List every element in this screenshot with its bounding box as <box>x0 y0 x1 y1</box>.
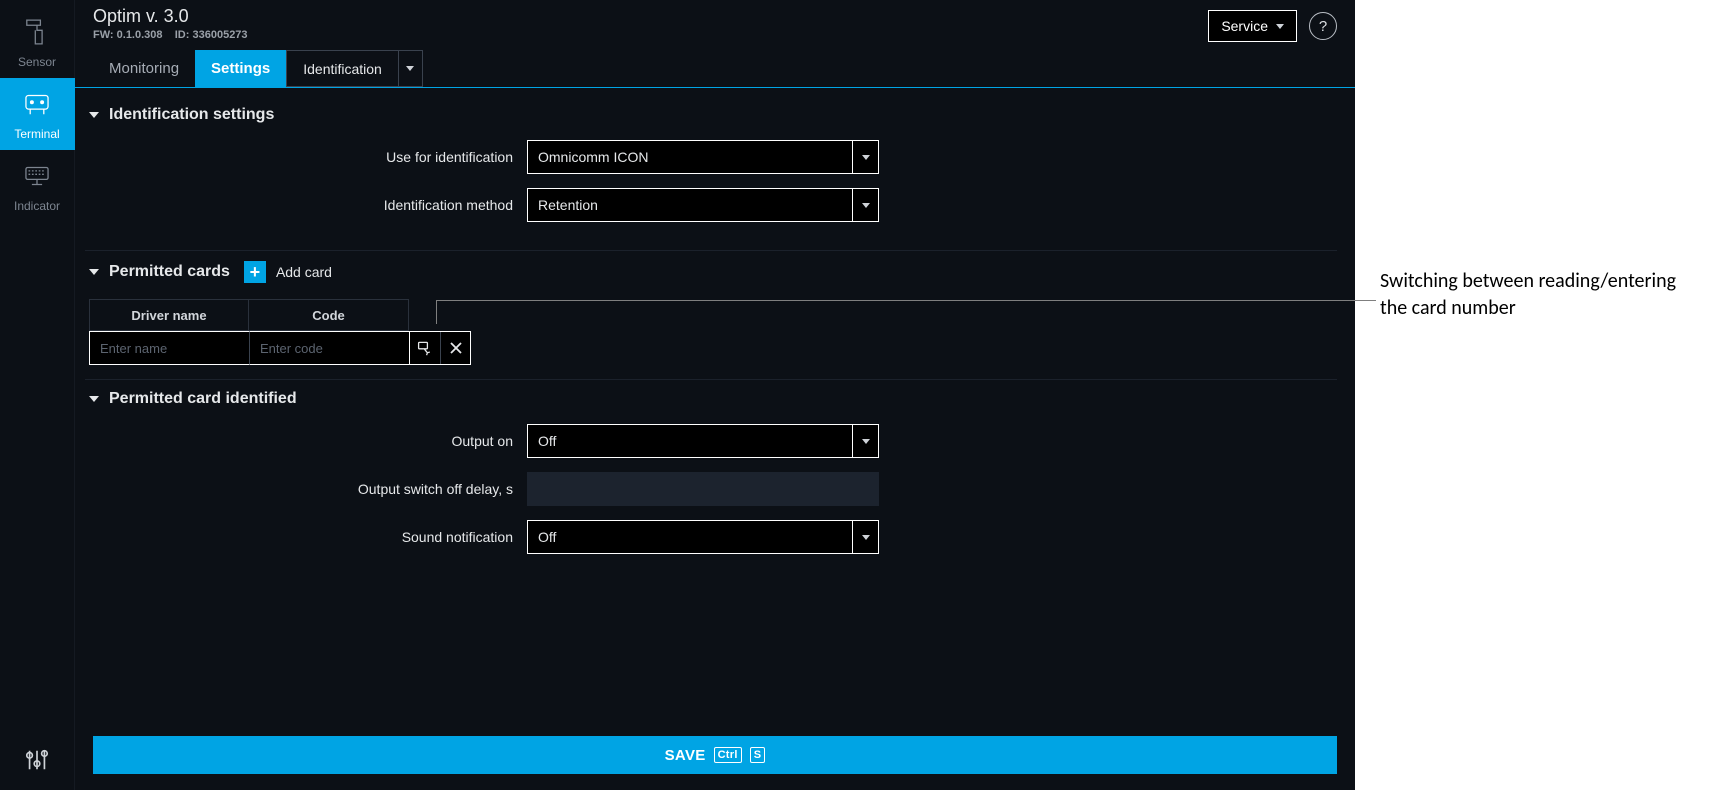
id-value: 336005273 <box>192 29 247 41</box>
section-title: Permitted card identified <box>109 390 297 408</box>
combo-toggle[interactable] <box>852 425 878 457</box>
driver-name-input[interactable] <box>89 331 249 365</box>
help-button[interactable]: ? <box>1309 12 1337 40</box>
tab-bar: Monitoring Settings Identification <box>75 50 1355 88</box>
combo-toggle[interactable] <box>852 189 878 221</box>
fw-label: FW: <box>93 29 114 41</box>
sidebar-item-terminal[interactable]: Terminal <box>0 78 75 150</box>
subtab-identification[interactable]: Identification <box>287 51 398 86</box>
subtab-dropdown-toggle[interactable] <box>398 51 422 86</box>
combo-value: Off <box>528 521 852 553</box>
indicator-icon <box>20 159 54 193</box>
section-title: Identification settings <box>109 106 274 124</box>
section-header-identification[interactable]: Identification settings <box>85 106 1337 124</box>
sliders-icon <box>24 747 50 773</box>
combo-toggle[interactable] <box>852 141 878 173</box>
combo-use-for-identification[interactable]: Omnicomm ICON <box>527 140 879 174</box>
sidebar-item-label: Terminal <box>14 127 59 141</box>
disclosure-triangle-icon <box>89 396 99 402</box>
sidebar-item-sensor[interactable]: Sensor <box>0 6 75 78</box>
combo-toggle[interactable] <box>852 521 878 553</box>
fw-value: 0.1.0.308 <box>117 29 163 41</box>
tab-settings[interactable]: Settings <box>195 50 286 87</box>
col-header-code: Code <box>249 299 409 331</box>
section-permitted-cards: Permitted cards + Add card Driver name C… <box>85 261 1337 380</box>
close-icon <box>449 341 463 355</box>
content-area: Identification settings Use for identifi… <box>75 88 1355 736</box>
card-code-input[interactable] <box>249 331 409 365</box>
service-dropdown[interactable]: Service <box>1208 10 1297 42</box>
add-card-label: Add card <box>276 264 332 280</box>
save-button[interactable]: SAVE Ctrl S <box>93 736 1337 774</box>
permitted-cards-table: Driver name Code <box>89 299 1337 365</box>
sidebar-tool-settings[interactable] <box>0 730 75 790</box>
tab-monitoring[interactable]: Monitoring <box>93 50 195 87</box>
save-bar: SAVE Ctrl S <box>75 736 1355 790</box>
label-output-on: Output on <box>85 433 527 449</box>
label-sound-notification: Sound notification <box>85 529 527 545</box>
sidebar-item-label: Indicator <box>14 199 60 213</box>
id-label: ID: <box>175 29 190 41</box>
annotation-leader-line <box>436 300 437 324</box>
save-label: SAVE <box>665 747 706 764</box>
switch-input-mode-button[interactable] <box>410 332 440 364</box>
disclosure-triangle-icon <box>89 112 99 118</box>
section-title: Permitted cards <box>109 263 230 281</box>
combo-value: Retention <box>528 189 852 221</box>
section-header-permitted-cards[interactable]: Permitted cards + Add card <box>85 261 1337 283</box>
remove-card-button[interactable] <box>440 332 470 364</box>
sidebar-item-indicator[interactable]: Indicator <box>0 150 75 222</box>
section-permitted-card-identified: Permitted card identified Output on Off … <box>85 390 1337 582</box>
label-output-switch-off-delay: Output switch off delay, s <box>85 481 527 497</box>
col-header-driver-name: Driver name <box>89 299 249 331</box>
kbd-s: S <box>750 747 766 763</box>
annotation-text: Switching between reading/entering the c… <box>1380 268 1690 322</box>
combo-output-on[interactable]: Off <box>527 424 879 458</box>
combo-value: Omnicomm ICON <box>528 141 852 173</box>
add-card-button[interactable]: + <box>244 261 266 283</box>
chevron-down-icon <box>406 66 414 71</box>
subtab-group: Identification <box>286 50 423 87</box>
chevron-down-icon <box>862 203 870 208</box>
label-identification-method: Identification method <box>85 197 527 213</box>
combo-value: Off <box>528 425 852 457</box>
header: Optim v. 3.0 FW: 0.1.0.308 ID: 336005273… <box>75 0 1355 50</box>
disclosure-triangle-icon <box>89 269 99 275</box>
combo-sound-notification[interactable]: Off <box>527 520 879 554</box>
sidebar: Sensor Terminal Indicator <box>0 0 75 790</box>
help-icon: ? <box>1319 18 1327 35</box>
card-row <box>89 331 1337 365</box>
label-use-for-identification: Use for identification <box>85 149 527 165</box>
combo-identification-method[interactable]: Retention <box>527 188 879 222</box>
chevron-down-icon <box>862 535 870 540</box>
output-switch-off-delay-field <box>527 472 879 506</box>
section-identification-settings: Identification settings Use for identifi… <box>85 106 1337 251</box>
card-read-icon <box>417 340 433 356</box>
app-title: Optim v. 3.0 <box>93 6 248 27</box>
app-window: Sensor Terminal Indicator Optim v. 3.0 F… <box>0 0 1355 790</box>
annotation-leader-line <box>436 300 1376 301</box>
main-panel: Optim v. 3.0 FW: 0.1.0.308 ID: 336005273… <box>75 0 1355 790</box>
service-label: Service <box>1221 18 1268 34</box>
sensor-icon <box>20 15 54 49</box>
device-meta: FW: 0.1.0.308 ID: 336005273 <box>93 29 248 41</box>
section-header-card-identified[interactable]: Permitted card identified <box>85 390 1337 408</box>
sidebar-item-label: Sensor <box>18 55 56 69</box>
chevron-down-icon <box>862 155 870 160</box>
terminal-icon <box>20 87 54 121</box>
kbd-ctrl: Ctrl <box>714 747 742 763</box>
chevron-down-icon <box>862 439 870 444</box>
chevron-down-icon <box>1276 24 1284 29</box>
